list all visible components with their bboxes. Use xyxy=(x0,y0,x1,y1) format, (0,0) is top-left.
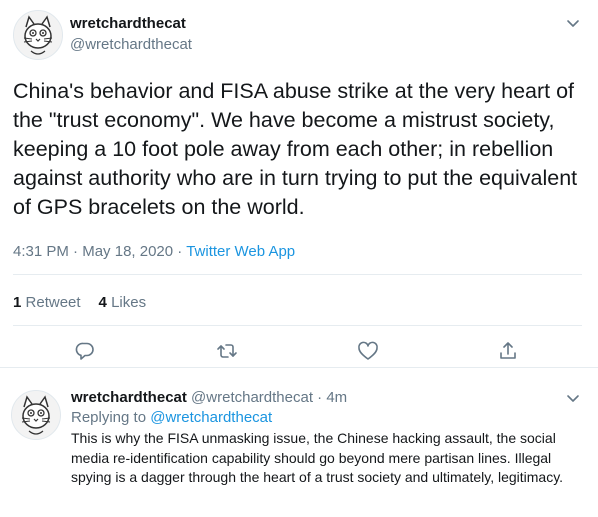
replying-to-link[interactable]: @wretchardthecat xyxy=(150,409,272,426)
retweets-label: Retweet xyxy=(25,294,81,311)
reply-button[interactable] xyxy=(74,340,96,362)
replying-to: Replying to @wretchardthecat xyxy=(71,409,272,426)
display-name[interactable]: wretchardthecat xyxy=(70,15,186,32)
caret-down-icon[interactable] xyxy=(564,14,582,32)
divider xyxy=(13,274,582,275)
likes-stat[interactable]: 4 Likes xyxy=(99,294,147,311)
caret-down-icon[interactable] xyxy=(564,389,582,407)
tweet-stats: 1 Retweet 4 Likes xyxy=(13,294,146,311)
tweet-time[interactable]: 4:31 PM xyxy=(13,243,69,260)
likes-label: Likes xyxy=(111,294,147,311)
tweet-text: China's behavior and FISA abuse strike a… xyxy=(13,79,578,219)
reply-tweet[interactable]: wretchardthecat @wretchardthecat · 4m Re… xyxy=(0,367,598,517)
tweet-source-link[interactable]: Twitter Web App xyxy=(186,243,295,260)
reply-text: This is why the FISA unmasking issue, th… xyxy=(71,430,564,485)
retweet-button[interactable] xyxy=(216,340,238,362)
retweets-count: 1 xyxy=(13,294,22,311)
retweet-icon xyxy=(217,344,237,358)
tweet-date[interactable]: May 18, 2020 xyxy=(82,243,173,260)
user-handle[interactable]: @wretchardthecat xyxy=(70,36,192,53)
reply-icon xyxy=(75,342,94,360)
meta-separator: · xyxy=(73,243,79,260)
cat-avatar-icon xyxy=(12,391,60,439)
retweets-stat[interactable]: 1 Retweet xyxy=(13,294,81,311)
like-button[interactable] xyxy=(357,340,379,362)
main-tweet: wretchardthecat @wretchardthecat China's… xyxy=(0,0,598,368)
tweet-meta: 4:31 PM · May 18, 2020 · Twitter Web App xyxy=(13,243,295,260)
divider xyxy=(13,325,582,326)
meta-separator: · xyxy=(177,243,183,260)
tweet-age[interactable]: 4m xyxy=(326,389,347,406)
display-name[interactable]: wretchardthecat xyxy=(71,389,187,406)
like-icon xyxy=(358,341,378,360)
avatar[interactable] xyxy=(11,390,61,440)
share-button[interactable] xyxy=(497,340,519,362)
reply-header: wretchardthecat @wretchardthecat · 4m xyxy=(71,389,347,406)
avatar[interactable] xyxy=(13,10,63,60)
cat-avatar-icon xyxy=(14,11,62,59)
likes-count: 4 xyxy=(98,294,107,311)
user-handle[interactable]: @wretchardthecat xyxy=(191,389,313,406)
share-icon xyxy=(500,342,516,359)
meta-separator: · xyxy=(317,389,323,406)
replying-prefix: Replying to xyxy=(71,409,147,426)
